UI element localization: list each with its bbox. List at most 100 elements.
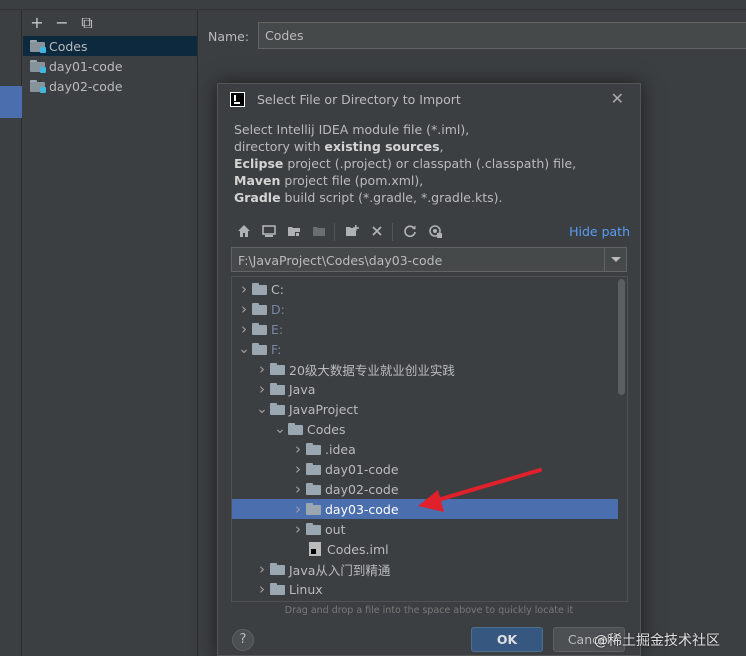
tree-row-label: Java bbox=[289, 381, 316, 397]
folder-icon bbox=[270, 583, 285, 595]
tree-row[interactable]: ⌄ JavaProject bbox=[232, 399, 618, 419]
tree-row-label: .idea bbox=[325, 441, 356, 457]
path-value[interactable]: F:\JavaProject\Codes\day03-code bbox=[238, 253, 442, 268]
desktop-icon[interactable] bbox=[261, 224, 277, 240]
chevron-right-icon[interactable]: › bbox=[290, 479, 306, 499]
module-folder-icon bbox=[30, 40, 46, 53]
chevron-down-icon[interactable]: ⌄ bbox=[272, 419, 288, 439]
tree-row[interactable]: › 20级大数据专业就业创业实践 bbox=[232, 359, 618, 379]
close-icon[interactable]: ✕ bbox=[611, 89, 624, 108]
add-icon[interactable]: + bbox=[29, 15, 45, 31]
dialog-title-bar: Select File or Directory to Import ✕ bbox=[218, 84, 640, 115]
tree-row-selected[interactable]: › day03-code bbox=[232, 499, 618, 519]
file-chooser-toolbar: Hide path bbox=[230, 221, 630, 243]
tree-row[interactable]: › Linux bbox=[232, 579, 618, 599]
folder-icon bbox=[306, 443, 321, 455]
tree-row-label: D: bbox=[271, 301, 285, 317]
tree-row-label: Codes.iml bbox=[327, 541, 389, 557]
tree-row[interactable]: › Java从入门到精通 bbox=[232, 559, 618, 579]
chevron-right-icon[interactable]: › bbox=[254, 559, 270, 579]
drive-icon bbox=[252, 323, 267, 335]
module-item-day01[interactable]: day01-code bbox=[23, 56, 197, 76]
chevron-right-icon[interactable]: › bbox=[254, 579, 270, 599]
show-hidden-icon[interactable] bbox=[427, 224, 443, 240]
desc-line: Eclipse project (.project) or classpath … bbox=[234, 156, 577, 171]
file-tree[interactable]: › C: › D: › E: ⌄ F: › 20级大数据专业就业创业实践 › Java ⌄ JavaPro… bbox=[231, 276, 628, 602]
tree-row-label: C: bbox=[271, 281, 284, 297]
tree-row[interactable]: › C: bbox=[232, 279, 618, 299]
tree-row-label: JavaProject bbox=[289, 401, 359, 417]
desc-line: Maven project file (pom.xml), bbox=[234, 173, 424, 188]
tree-row-label: day01-code bbox=[325, 461, 399, 477]
new-folder-icon[interactable] bbox=[344, 224, 360, 240]
dialog-description: Select Intellij IDEA module file (*.iml)… bbox=[234, 121, 634, 206]
name-field[interactable]: Codes bbox=[258, 22, 746, 49]
chevron-right-icon[interactable]: › bbox=[236, 299, 252, 319]
folder-icon bbox=[270, 383, 285, 395]
tree-row-label: day03-code bbox=[325, 501, 399, 517]
remove-icon[interactable]: − bbox=[54, 15, 70, 31]
chevron-right-icon[interactable]: › bbox=[236, 319, 252, 339]
desc-line: Select Intellij IDEA module file (*.iml)… bbox=[234, 122, 470, 137]
chevron-down-icon[interactable]: ⌄ bbox=[236, 339, 252, 359]
dialog-title: Select File or Directory to Import bbox=[257, 92, 461, 107]
chevron-right-icon[interactable]: › bbox=[290, 519, 306, 539]
folder-icon bbox=[288, 423, 303, 435]
tree-row[interactable]: › E: bbox=[232, 319, 618, 339]
chevron-right-icon[interactable]: › bbox=[290, 459, 306, 479]
chevron-down-icon[interactable]: ⌄ bbox=[254, 399, 270, 419]
tree-row[interactable]: › Java bbox=[232, 379, 618, 399]
tree-row[interactable]: › .idea bbox=[232, 439, 618, 459]
delete-icon[interactable] bbox=[369, 224, 385, 240]
ide-top-bar bbox=[0, 0, 746, 10]
home-icon[interactable] bbox=[236, 224, 252, 240]
tree-row[interactable]: › D: bbox=[232, 299, 618, 319]
tree-row[interactable]: ⌄ Codes bbox=[232, 419, 618, 439]
tree-row-label: F: bbox=[271, 341, 282, 357]
tree-row[interactable]: › out bbox=[232, 519, 618, 539]
drive-icon bbox=[252, 343, 267, 355]
refresh-icon[interactable] bbox=[402, 224, 418, 240]
tree-row-label: E: bbox=[271, 321, 284, 337]
module-item-codes[interactable]: Codes bbox=[23, 36, 197, 56]
folder-icon bbox=[306, 523, 321, 535]
chevron-down-icon[interactable] bbox=[604, 248, 626, 271]
import-dialog: Select File or Directory to Import ✕ Sel… bbox=[217, 83, 641, 656]
folder-icon bbox=[306, 483, 321, 495]
copy-icon[interactable]: ⧉ bbox=[79, 15, 95, 31]
drive-icon bbox=[252, 283, 267, 295]
folder-icon bbox=[270, 403, 285, 415]
ok-button[interactable]: OK bbox=[471, 627, 543, 652]
project-folder-icon[interactable] bbox=[286, 224, 302, 240]
module-item-day02[interactable]: day02-code bbox=[23, 76, 197, 96]
chevron-right-icon[interactable]: › bbox=[290, 439, 306, 459]
chevron-right-icon[interactable]: › bbox=[254, 379, 270, 399]
tree-row[interactable]: ⌄ F: bbox=[232, 339, 618, 359]
folder-icon bbox=[306, 503, 321, 515]
project-structure-nav bbox=[0, 10, 22, 656]
modules-panel: + − ⧉ Codes day01-code day02-code bbox=[23, 10, 198, 656]
chevron-right-icon[interactable]: › bbox=[254, 359, 270, 379]
tree-row[interactable]: Codes.iml bbox=[232, 539, 618, 559]
intellij-logo-icon bbox=[230, 92, 245, 107]
desc-line: Gradle build script (*.gradle, *.gradle.… bbox=[234, 190, 503, 205]
tree-row-label: 20级大数据专业就业创业实践 bbox=[289, 362, 455, 378]
tree-row-label: Codes bbox=[307, 421, 346, 437]
module-folder-icon bbox=[30, 80, 46, 93]
hide-path-link[interactable]: Hide path bbox=[569, 224, 630, 239]
module-item-label: day01-code bbox=[49, 58, 123, 74]
tree-row[interactable]: › day01-code bbox=[232, 459, 618, 479]
path-combobox[interactable]: F:\JavaProject\Codes\day03-code bbox=[231, 247, 627, 272]
folder-icon bbox=[270, 363, 285, 375]
toolbar-separator bbox=[334, 223, 335, 241]
name-label: Name: bbox=[208, 29, 250, 44]
nav-selected-item[interactable] bbox=[0, 86, 22, 118]
chevron-right-icon[interactable]: › bbox=[236, 279, 252, 299]
tree-row[interactable]: › day02-code bbox=[232, 479, 618, 499]
help-button[interactable]: ? bbox=[232, 629, 254, 651]
chevron-right-icon[interactable]: › bbox=[290, 499, 306, 519]
folder-icon bbox=[270, 563, 285, 575]
tree-row-label: Linux bbox=[289, 581, 323, 597]
tree-scrollbar[interactable] bbox=[618, 279, 625, 395]
module-folder-icon[interactable] bbox=[311, 224, 327, 240]
